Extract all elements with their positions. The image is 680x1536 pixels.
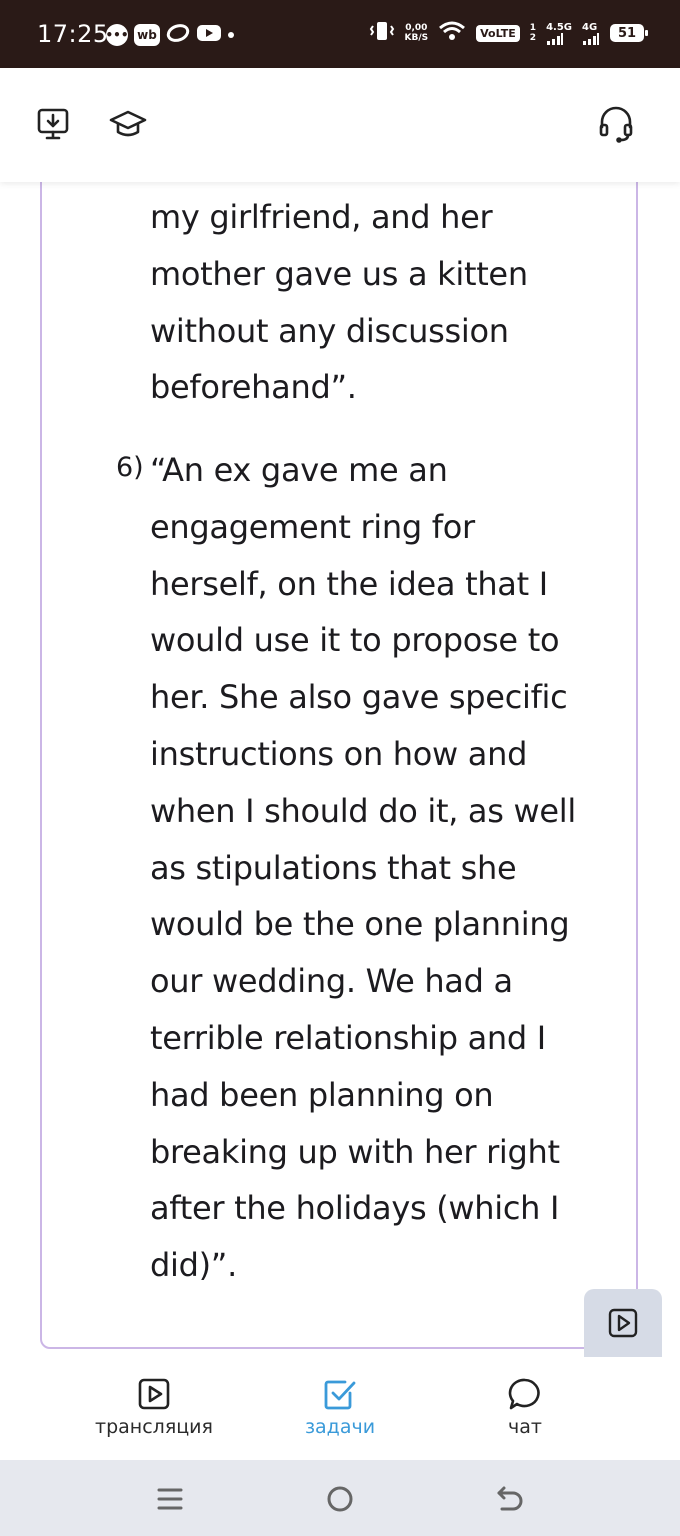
battery-icon: 51 — [610, 24, 648, 42]
nav-chat[interactable]: чат — [450, 1376, 600, 1438]
youtube-icon — [196, 23, 222, 47]
wifi-icon — [438, 20, 466, 46]
app-toolbar — [0, 68, 680, 182]
volte-badge: VoLTE — [476, 24, 520, 42]
menu-icon[interactable] — [153, 1482, 187, 1516]
messages-icon: ••• — [106, 24, 129, 46]
status-time: 17:25 — [37, 20, 109, 48]
nav-tasks[interactable]: задачи — [265, 1376, 415, 1438]
signal-2-icon: 4G — [582, 22, 600, 45]
status-bar: 17:25 ••• wb 0,00 KB/S VoLTE 1 2 4.5G 4G… — [0, 0, 680, 68]
signal-1-icon: 4.5G — [546, 22, 572, 45]
more-notifications-dot — [228, 32, 234, 38]
vibrate-icon — [369, 20, 395, 46]
system-navigation-bar — [0, 1460, 680, 1536]
play-icon — [79, 1376, 229, 1412]
back-icon[interactable] — [493, 1482, 527, 1516]
chat-bubble-icon — [450, 1376, 600, 1412]
nav-broadcast[interactable]: трансляция — [79, 1376, 229, 1438]
play-square-icon — [608, 1308, 638, 1338]
oval-app-icon — [166, 22, 190, 48]
wb-app-icon: wb — [134, 24, 160, 46]
nav-broadcast-label: трансляция — [95, 1416, 213, 1438]
notification-icons: ••• wb — [106, 22, 234, 48]
bottom-navigation: трансляция задачи чат — [0, 1354, 680, 1460]
nav-chat-label: чат — [508, 1416, 542, 1438]
graduation-cap-icon[interactable] — [108, 104, 148, 144]
network-speed: 0,00 KB/S — [404, 23, 429, 43]
list-item-number: 6) — [116, 452, 144, 483]
status-indicators: 0,00 KB/S VoLTE 1 2 4.5G 4G 51 — [369, 20, 648, 46]
sim-slots: 1 2 — [529, 23, 537, 43]
video-toggle-button[interactable] — [584, 1289, 662, 1357]
quote-paragraph-6: “An ex gave me an engagement ring for he… — [150, 451, 576, 1285]
download-icon[interactable] — [33, 104, 73, 144]
headset-icon[interactable] — [596, 104, 636, 144]
quote-paragraph-5: my girlfriend, and her mother gave us a … — [150, 198, 528, 407]
home-icon[interactable] — [323, 1482, 357, 1516]
checkbox-icon — [265, 1376, 415, 1412]
task-content: my girlfriend, and her mother gave us a … — [0, 182, 680, 1354]
nav-tasks-label: задачи — [304, 1416, 376, 1438]
